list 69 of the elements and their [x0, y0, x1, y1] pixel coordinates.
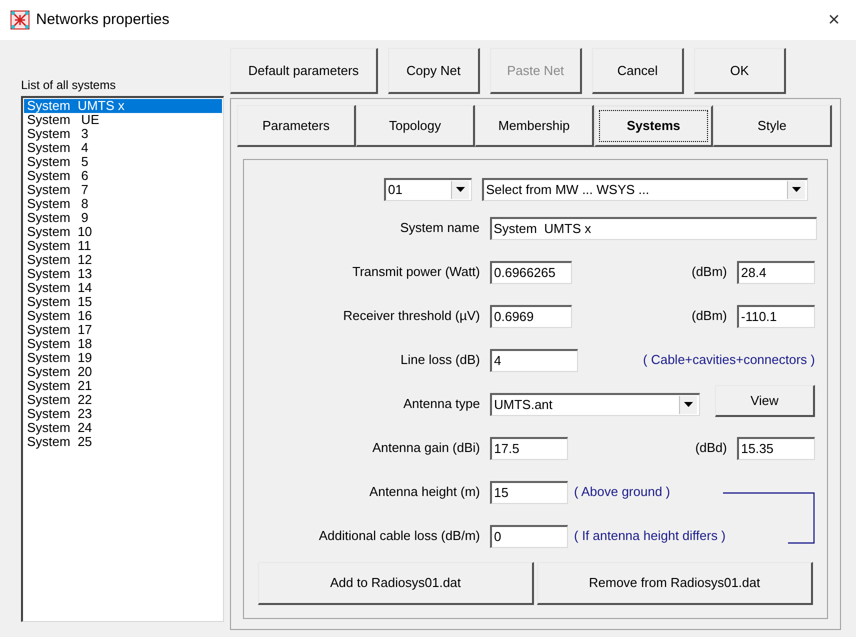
field-label: Additional cable loss (dB/m) — [318, 527, 480, 546]
toolbar-button[interactable]: Copy Net — [388, 48, 480, 94]
index-dropdown[interactable]: 01 — [384, 178, 472, 200]
list-item[interactable]: System 11 — [24, 239, 222, 253]
antenna-type-dropdown[interactable]: UMTS.ant — [490, 392, 700, 416]
list-item[interactable]: System 14 — [24, 281, 222, 295]
text-field[interactable]: 0 — [490, 524, 568, 548]
list-item[interactable]: System 12 — [24, 253, 222, 267]
close-button[interactable]: × — [822, 10, 846, 30]
list-item[interactable]: System 18 — [24, 337, 222, 351]
text-field[interactable]: 4 — [490, 348, 578, 372]
unit-label: (dBm) — [692, 307, 727, 326]
text-field[interactable]: 15 — [490, 480, 568, 504]
toolbar-button[interactable]: Default parameters — [230, 48, 378, 94]
list-item[interactable]: System UMTS x — [24, 99, 222, 113]
text-field[interactable]: 0.6969 — [490, 304, 572, 328]
list-item[interactable]: System 24 — [24, 421, 222, 435]
list-item[interactable]: System 7 — [24, 183, 222, 197]
list-item[interactable]: System 9 — [24, 211, 222, 225]
text-field[interactable]: 28.4 — [737, 260, 815, 284]
text-field[interactable]: 15.35 — [737, 436, 815, 460]
text-field[interactable]: -110.1 — [737, 304, 815, 328]
view-button[interactable]: View — [715, 385, 815, 417]
unit-label: (dBm) — [692, 263, 727, 282]
field-label: Line loss (dB) — [400, 351, 480, 370]
field-label: System name — [399, 219, 480, 238]
list-item[interactable]: System 3 — [24, 127, 222, 141]
field-label: Transmit power (Watt) — [351, 263, 480, 282]
app-icon — [10, 10, 30, 30]
list-item[interactable]: System 21 — [24, 379, 222, 393]
tab[interactable]: Style — [713, 105, 832, 147]
hint-text: ( If antenna height differs ) — [574, 527, 726, 546]
text-field[interactable]: 0.6966265 — [490, 260, 572, 284]
list-item[interactable]: System 22 — [24, 393, 222, 407]
list-item[interactable]: System 5 — [24, 155, 222, 169]
action-button[interactable]: Add to Radiosys01.dat — [258, 562, 534, 605]
text-field[interactable]: System UMTS x — [490, 216, 817, 240]
list-item[interactable]: System 13 — [24, 267, 222, 281]
field-label: Antenna type — [402, 395, 480, 414]
window-title: Networks properties — [36, 10, 170, 30]
list-item[interactable]: System 4 — [24, 141, 222, 155]
source-dropdown[interactable]: Select from MW ... WSYS ... — [482, 178, 808, 200]
systems-list[interactable] — [21, 96, 224, 622]
field-label: Antenna height (m) — [368, 483, 480, 502]
tab[interactable]: Membership — [475, 105, 594, 147]
tab[interactable]: Topology — [356, 105, 475, 147]
list-item[interactable]: System 15 — [24, 295, 222, 309]
hint-text: ( Cable+cavities+connectors ) — [643, 351, 815, 370]
list-label: List of all systems — [21, 77, 117, 94]
toolbar-button[interactable]: Cancel — [592, 48, 684, 94]
list-item[interactable]: System 8 — [24, 197, 222, 211]
list-item[interactable]: System 19 — [24, 351, 222, 365]
list-item[interactable]: System 10 — [24, 225, 222, 239]
field-label: Receiver threshold (µV) — [342, 307, 480, 326]
field-label: Antenna gain (dBi) — [371, 439, 480, 458]
list-item[interactable]: System 20 — [24, 365, 222, 379]
list-item[interactable]: System 17 — [24, 323, 222, 337]
text-field[interactable]: 17.5 — [490, 436, 568, 460]
toolbar-button[interactable]: OK — [694, 48, 786, 94]
tab[interactable]: Systems — [594, 105, 713, 147]
unit-label: (dBd) — [695, 439, 727, 458]
tab[interactable]: Parameters — [237, 105, 356, 147]
hint-text: ( Above ground ) — [574, 483, 670, 502]
list-item[interactable]: System 23 — [24, 407, 222, 421]
action-button[interactable]: Remove from Radiosys01.dat — [537, 562, 813, 605]
list-item[interactable]: System UE — [24, 113, 222, 127]
list-item[interactable]: System 25 — [24, 435, 222, 449]
list-item[interactable]: System 6 — [24, 169, 222, 183]
list-item[interactable]: System 16 — [24, 309, 222, 323]
